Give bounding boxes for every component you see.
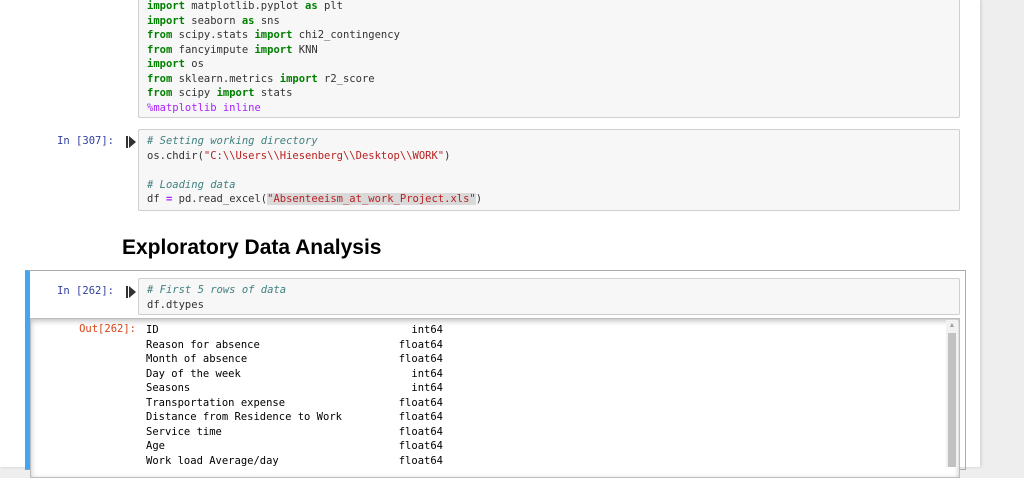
dtype-column-name: Work load Average/day	[146, 454, 279, 467]
dtype-column-name: Distance from Residence to Work	[146, 411, 342, 423]
dtype-column-name: Day of the week	[146, 367, 241, 380]
code-cell-load-data[interactable]: # Setting working directory os.chdir("C:\…	[138, 129, 960, 211]
code-line: import matplotlib.pyplot as plt	[147, 0, 343, 12]
input-prompt: In [262]:	[57, 285, 114, 297]
dtype-value: float64	[398, 454, 443, 467]
code-line: # Loading data	[147, 178, 236, 191]
code-line: os.chdir("C:\\Users\\Hiesenberg\\Desktop…	[147, 149, 451, 162]
dtype-column-name: Age	[146, 440, 165, 452]
code-line: %matplotlib inline	[147, 101, 261, 114]
scroll-thumb[interactable]	[948, 333, 956, 467]
dtype-column-name: Service time	[146, 425, 222, 438]
input-prompt: In [307]:	[57, 135, 114, 147]
dtype-value: float64	[398, 396, 443, 409]
output-scrollbar[interactable]: ▲	[946, 320, 958, 467]
code-editor[interactable]: import matplotlib.pyplot as plt import se…	[147, 0, 959, 115]
code-line: df = pd.read_excel("Absenteeism_at_work_…	[147, 193, 483, 205]
dtype-value: float64	[398, 338, 443, 351]
code-line: from fancyimpute import KNN	[147, 43, 318, 56]
dtype-column-name: ID	[146, 324, 159, 336]
dtype-value: float64	[398, 425, 443, 438]
output-prompt: Out[262]:	[79, 323, 136, 335]
code-line: import os	[147, 58, 204, 70]
dtype-value: float64	[398, 411, 443, 423]
code-line: from scipy.stats import chi2_contingency	[147, 29, 400, 41]
code-line: df.dtypes	[147, 298, 204, 311]
scroll-up-arrow-icon[interactable]: ▲	[946, 320, 958, 332]
code-line: from sklearn.metrics import r2_score	[147, 72, 375, 85]
dtype-value: int64	[411, 382, 443, 394]
code-editor[interactable]: # First 5 rows of data df.dtypes	[147, 283, 959, 312]
run-cell-icon[interactable]	[126, 286, 136, 298]
dtype-column-name: Month of absence	[146, 353, 248, 365]
dtype-value: int64	[411, 367, 443, 380]
dtype-value: int64	[411, 324, 443, 336]
code-line: import seaborn as sns	[147, 14, 280, 27]
code-line: # Setting working directory	[147, 135, 318, 147]
dtype-column-name: Seasons	[146, 382, 191, 394]
code-editor[interactable]: # Setting working directory os.chdir("C:\…	[147, 134, 959, 207]
dtype-column-name: Transportation expense	[146, 396, 286, 409]
code-line: # First 5 rows of data	[147, 284, 287, 296]
code-cell-dtypes[interactable]: # First 5 rows of data df.dtypes	[138, 278, 960, 315]
dtype-column-name: Reason for absence	[146, 338, 260, 351]
notebook-page: import matplotlib.pyplot as plt import se…	[0, 0, 980, 478]
section-heading: Exploratory Data Analysis	[122, 236, 382, 259]
code-cell-imports[interactable]: import matplotlib.pyplot as plt import se…	[138, 0, 960, 118]
dtype-value: float64	[398, 353, 443, 365]
run-cell-icon[interactable]	[126, 136, 136, 148]
dtype-value: float64	[398, 440, 443, 452]
code-line: from scipy import stats	[147, 87, 293, 99]
